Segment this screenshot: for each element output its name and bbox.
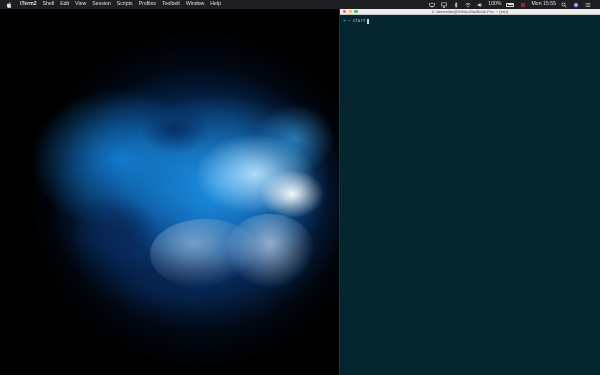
spotlight-icon[interactable]: [561, 2, 567, 8]
flag-icon[interactable]: [520, 2, 526, 8]
airplay-icon[interactable]: [441, 2, 447, 8]
menu-toolbelt[interactable]: Toolbelt: [159, 0, 183, 9]
menu-bar: iTerm2 Shell Edit View Session Scripts P…: [0, 0, 600, 9]
desktop-wallpaper: [0, 9, 340, 375]
wallpaper-cloud-glow: [255, 104, 335, 174]
apple-icon[interactable]: [6, 1, 12, 8]
menu-scripts[interactable]: Scripts: [114, 0, 136, 9]
terminal-window[interactable]: 2. wimeelies@Wims-MacBook-Pro: ~ (zsh) ➜…: [339, 9, 600, 375]
menu-left: iTerm2 Shell Edit View Session Scripts P…: [0, 0, 224, 9]
wifi-icon[interactable]: [465, 2, 471, 8]
battery-icon[interactable]: [506, 2, 515, 7]
menu-window[interactable]: Window: [183, 0, 207, 9]
text-cursor: [366, 19, 370, 24]
clock[interactable]: Mon 15:55: [531, 0, 556, 9]
status-area: 100% Mon 15:55: [426, 0, 600, 9]
menu-help[interactable]: Help: [207, 0, 224, 9]
menu-profiles[interactable]: Profiles: [136, 0, 159, 9]
wallpaper-cloud-shadow: [140, 104, 210, 154]
notification-center-icon[interactable]: [585, 2, 591, 8]
prompt-arrow-icon: ➜: [343, 19, 346, 24]
battery-percentage[interactable]: 100%: [488, 0, 501, 9]
volume-icon[interactable]: [477, 2, 483, 8]
terminal-content[interactable]: ➜ ~ start: [340, 15, 600, 28]
display-icon[interactable]: [429, 2, 435, 8]
window-title: 2. wimeelies@Wims-MacBook-Pro: ~ (zsh): [431, 9, 509, 14]
siri-icon[interactable]: [573, 2, 579, 8]
menu-view[interactable]: View: [72, 0, 89, 9]
menu-shell[interactable]: Shell: [40, 0, 58, 9]
menu-edit[interactable]: Edit: [57, 0, 72, 9]
menu-app-name[interactable]: iTerm2: [17, 0, 40, 9]
terminal-titlebar[interactable]: 2. wimeelies@Wims-MacBook-Pro: ~ (zsh): [340, 9, 600, 15]
typed-command: start: [352, 19, 366, 24]
menu-session[interactable]: Session: [89, 0, 113, 9]
wallpaper-cloud-puff: [225, 214, 315, 289]
current-directory: ~: [347, 19, 351, 24]
bluetooth-icon[interactable]: [453, 1, 459, 8]
